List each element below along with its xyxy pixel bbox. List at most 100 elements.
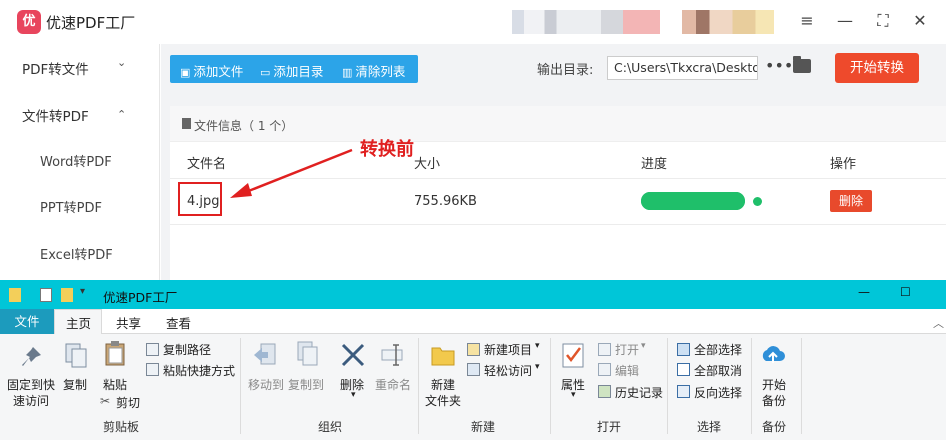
sidebar-item-pdf-to-file[interactable]: PDF转文件 [22, 58, 89, 78]
move-to-button[interactable]: 移动到 [248, 376, 284, 393]
delete-button[interactable]: 删除 [830, 190, 872, 212]
progress-fill [641, 192, 745, 210]
sidebar-item-excel-to-pdf[interactable]: Excel转PDF [40, 244, 113, 263]
tab-view[interactable]: 查看 [166, 313, 191, 332]
copy-button[interactable]: 复制 [63, 376, 87, 393]
open-icon [598, 343, 611, 356]
menu-icon[interactable]: ≡ [796, 10, 818, 32]
group-clipboard: 剪贴板 [103, 420, 140, 434]
close-icon[interactable]: ✕ [909, 10, 931, 32]
cut-button[interactable]: 剪切 [116, 394, 140, 411]
main-area: ▣ 添加文件 ▭ 添加目录 ▥ 清除列表 输出目录: C:\Users\Tkxcra\… [161, 44, 946, 280]
file-toolbar: ▣ 添加文件 ▭ 添加目录 ▥ 清除列表 [170, 55, 418, 83]
header-action: 操作 [830, 157, 857, 172]
output-dir-input[interactable]: C:\Users\Tkxcra\Desktop [607, 56, 758, 80]
paste-button[interactable]: 粘贴 [103, 376, 127, 393]
new-item-icon [467, 343, 480, 356]
chevron-down-icon[interactable]: ⌄ [117, 56, 126, 69]
add-file-icon: ▣ [180, 66, 191, 79]
more-options-icon[interactable]: ••• [765, 56, 793, 75]
copy-path-icon [146, 343, 159, 356]
group-separator [667, 338, 668, 434]
copy-icon [65, 343, 87, 368]
move-to-icon [254, 343, 276, 365]
output-dir-label: 输出目录: [537, 63, 594, 78]
maximize-icon[interactable]: ⛶ [872, 10, 894, 32]
sidebar-item-word-to-pdf[interactable]: Word转PDF [40, 151, 112, 170]
easy-access-icon [467, 363, 480, 376]
group-separator [240, 338, 241, 434]
start-convert-button[interactable]: 开始转换 [835, 53, 919, 83]
file-info-count: 文件信息（ 1 个） [194, 119, 294, 133]
edit-button[interactable]: 编辑 [615, 362, 639, 379]
ribbon: 固定到快 速访问 复制 粘贴 复制路径 粘贴快捷方式 ✂ 剪切 剪贴板 移动到 … [0, 334, 946, 440]
open-button[interactable]: 打开 [615, 341, 639, 358]
paste-icon [105, 341, 125, 366]
chevron-down-icon[interactable]: ▾ [641, 341, 646, 351]
new-folder-icon[interactable] [61, 288, 73, 302]
sidebar-item-ppt-to-pdf[interactable]: PPT转PDF [40, 197, 102, 216]
paste-shortcut-button[interactable]: 粘贴快捷方式 [163, 362, 235, 379]
start-backup-label-2[interactable]: 备份 [762, 392, 786, 409]
cloud-backup-icon [762, 346, 785, 363]
select-all-icon [677, 343, 690, 356]
properties-icon[interactable] [40, 288, 52, 302]
minimize-icon[interactable]: — [834, 10, 856, 32]
select-all-button[interactable]: 全部选择 [694, 341, 742, 358]
add-file-button[interactable]: ▣ 添加文件 [180, 61, 243, 80]
row-divider [170, 224, 946, 225]
new-folder-label-1[interactable]: 新建 [431, 376, 455, 393]
open-folder-icon[interactable] [793, 56, 811, 73]
copy-to-icon [297, 341, 318, 366]
history-button[interactable]: 历史记录 [615, 384, 663, 401]
scissors-icon: ✂ [100, 394, 111, 408]
minimize-icon[interactable]: — [858, 285, 870, 299]
tab-share[interactable]: 共享 [116, 313, 141, 332]
app-logo-icon: 优 [17, 10, 41, 34]
blurred-user-info [512, 10, 660, 34]
rename-button[interactable]: 重命名 [375, 376, 411, 393]
customize-toolbar-icon[interactable]: ▾ [80, 286, 85, 297]
new-folder-label-2[interactable]: 文件夹 [425, 392, 461, 409]
folder-icon: ▭ [260, 66, 271, 79]
easy-access-button[interactable]: 轻松访问 [484, 362, 532, 379]
copy-to-button[interactable]: 复制到 [288, 376, 324, 393]
group-separator [801, 338, 802, 434]
maximize-icon[interactable]: ☐ [900, 285, 911, 299]
invert-selection-icon [677, 385, 690, 398]
header-name: 文件名 [187, 157, 227, 172]
success-icon [753, 197, 762, 206]
pin-quick-access-label-2[interactable]: 速访问 [13, 392, 49, 409]
chevron-down-icon[interactable]: ▾ [351, 390, 356, 400]
chevron-down-icon[interactable]: ▾ [571, 390, 576, 400]
document-icon [182, 118, 191, 129]
app-title: 优速PDF工厂 [46, 14, 136, 32]
app-titlebar: 优 优速PDF工厂 ≡ — ⛶ ✕ [0, 0, 946, 44]
pin-quick-access-label-1[interactable]: 固定到快 [7, 376, 55, 393]
chevron-down-icon[interactable]: ▾ [535, 362, 540, 372]
ribbon-tabs: 文件 主页 共享 查看 ︿ [0, 309, 946, 335]
group-separator [418, 338, 419, 434]
add-folder-button[interactable]: ▭ 添加目录 [260, 61, 323, 80]
collapse-ribbon-icon[interactable]: ︿ [933, 315, 944, 331]
annotation-arrow-icon [230, 148, 353, 198]
tab-file[interactable]: 文件 [0, 309, 54, 334]
edit-icon [598, 363, 611, 376]
explorer-titlebar: ▾ 优速PDF工厂 — ☐ [0, 280, 946, 309]
new-folder-icon [431, 347, 455, 366]
invert-selection-button[interactable]: 反向选择 [694, 384, 742, 401]
start-backup-label-1[interactable]: 开始 [762, 376, 786, 393]
select-none-button[interactable]: 全部取消 [694, 362, 742, 379]
group-separator [751, 338, 752, 434]
blurred-avatar [682, 10, 774, 34]
new-item-button[interactable]: 新建项目 [484, 341, 532, 358]
copy-path-button[interactable]: 复制路径 [163, 341, 211, 358]
chevron-down-icon[interactable]: ▾ [535, 341, 540, 351]
tab-home[interactable]: 主页 [66, 313, 91, 332]
paste-shortcut-icon [146, 363, 159, 376]
clear-list-button[interactable]: ▥ 清除列表 [342, 61, 405, 80]
sidebar-item-file-to-pdf[interactable]: 文件转PDF [22, 105, 89, 125]
explorer-title: 优速PDF工厂 [103, 290, 178, 305]
chevron-up-icon[interactable]: ⌃ [117, 108, 126, 121]
group-backup: 备份 [762, 420, 787, 434]
